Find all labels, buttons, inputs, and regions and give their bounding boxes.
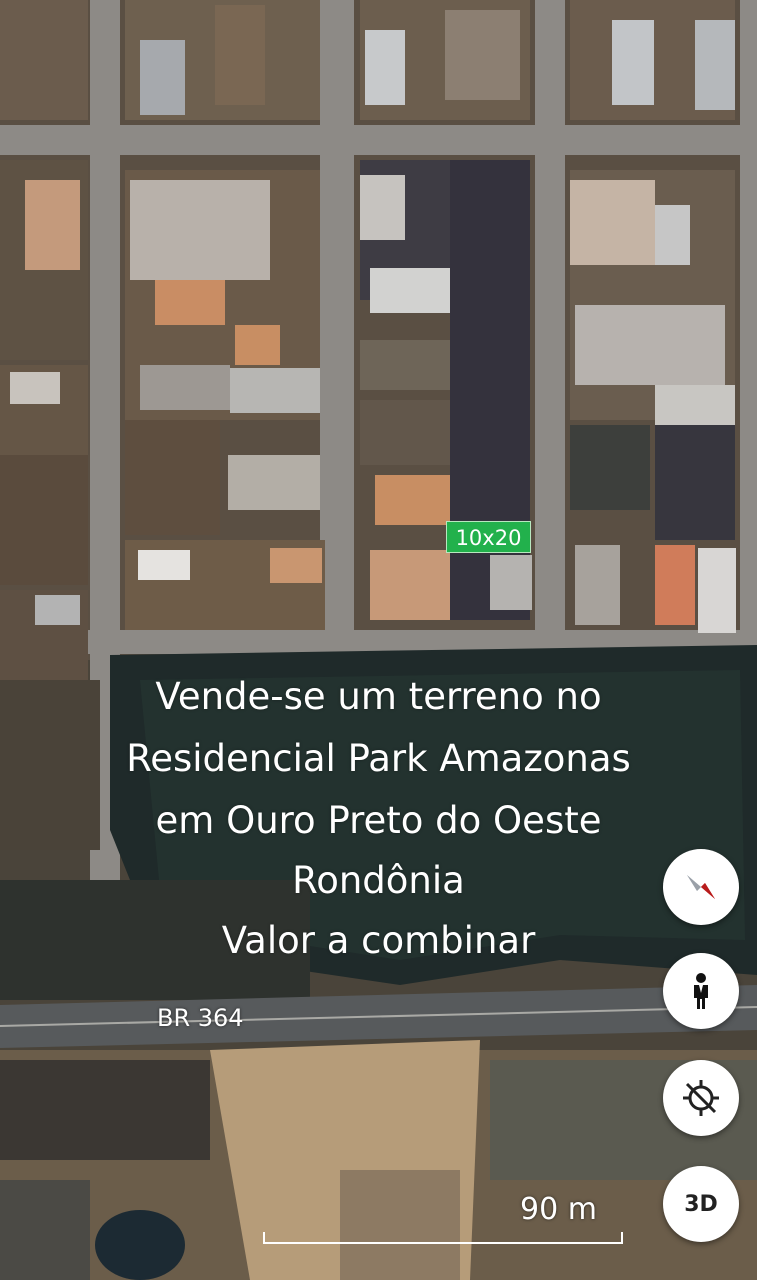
view-3d-label: 3D bbox=[684, 1191, 718, 1217]
street-view-button[interactable] bbox=[663, 953, 739, 1029]
pegman-icon bbox=[694, 973, 708, 1009]
my-location-button[interactable] bbox=[663, 1060, 739, 1136]
ad-text-line-1: Vende-se um terreno no bbox=[155, 675, 602, 718]
location-off-icon bbox=[683, 1080, 719, 1116]
scale-bar bbox=[263, 1232, 623, 1244]
view-3d-button[interactable]: 3D bbox=[663, 1166, 739, 1242]
ad-text-line-4: Rondônia bbox=[292, 859, 465, 902]
lot-size-tag: 10x20 bbox=[446, 521, 531, 553]
scale-label: 90 m bbox=[520, 1192, 597, 1227]
ad-text-line-2: Residencial Park Amazonas bbox=[126, 737, 631, 780]
ad-text-line-3: em Ouro Preto do Oeste bbox=[155, 799, 602, 842]
compass-button[interactable] bbox=[663, 849, 739, 925]
compass-icon bbox=[687, 875, 715, 899]
ad-text-line-5: Valor a combinar bbox=[221, 919, 536, 962]
satellite-map[interactable] bbox=[0, 0, 757, 1280]
road-label: BR 364 bbox=[157, 1004, 244, 1032]
